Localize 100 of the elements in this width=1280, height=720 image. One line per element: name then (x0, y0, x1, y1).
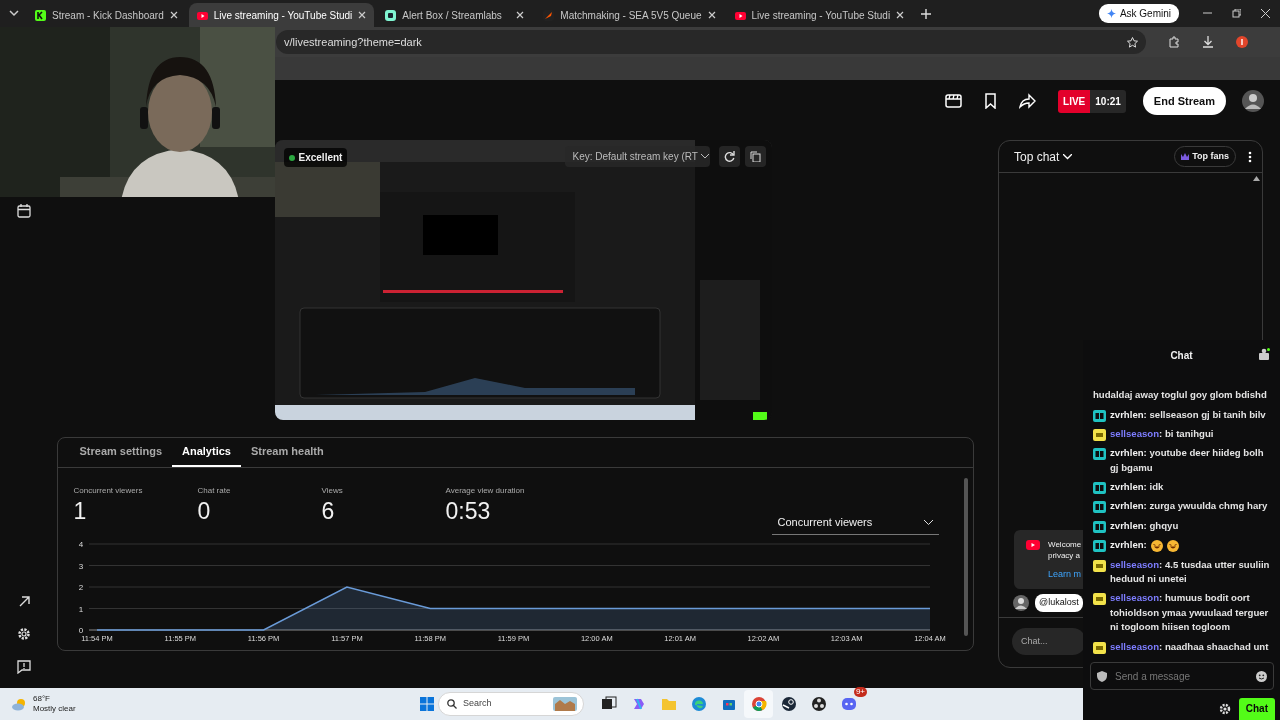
end-stream-button[interactable]: End Stream (1142, 86, 1226, 116)
close-icon[interactable] (516, 11, 525, 19)
bookmark-star-icon[interactable] (1127, 36, 1138, 48)
chat-message: sellseason: naadhaa shaachad unt (1110, 639, 1269, 654)
stat-label: Views (321, 485, 344, 497)
more-icon[interactable] (1248, 150, 1252, 163)
laughing-emoji-icon (1150, 540, 1163, 553)
edge-icon (690, 696, 707, 712)
site-icon (196, 9, 208, 21)
restore-icon[interactable] (1232, 9, 1241, 18)
notice-text: privacy a (1048, 550, 1081, 562)
subscriber-badge-icon (1093, 593, 1106, 606)
close-icon[interactable] (896, 11, 905, 19)
avatar[interactable] (1242, 90, 1264, 112)
learn-more-link[interactable]: Learn m (1048, 567, 1082, 581)
browser-tab[interactable]: Alert Box / Streamlabs (377, 3, 533, 27)
close-icon[interactable] (1261, 9, 1270, 18)
download-icon[interactable] (1202, 36, 1214, 48)
axis-label: 4 (78, 539, 83, 549)
caret-icon (700, 154, 709, 159)
address-bar[interactable]: v/livestreaming?theme=dark (276, 30, 1146, 54)
avatar (1013, 594, 1029, 611)
chrome-icon (750, 696, 767, 712)
stat-value: 0:53 (445, 499, 492, 525)
notice-text: Welcome (1048, 539, 1082, 551)
chat-input[interactable]: Chat... (1012, 627, 1086, 655)
status-dot-icon (288, 154, 295, 161)
scroll-up-icon[interactable] (1253, 176, 1260, 181)
chat-message: sellseason: humuus bodit oort tohioldson ymaa ywuulaad terguer ni togloom hiisen togloom (1110, 591, 1270, 635)
refresh-button[interactable] (718, 146, 740, 167)
stat-label: Chat rate (197, 485, 232, 497)
start-icon[interactable] (420, 697, 434, 711)
subscriber-badge-icon (1093, 428, 1106, 441)
browser-tab[interactable]: Stream - Kick Dashboard (27, 3, 186, 27)
search-highlight-icon (553, 697, 577, 711)
clapperboard-icon[interactable] (945, 93, 963, 109)
ask-gemini-button[interactable]: Ask Gemini (1098, 4, 1179, 23)
emoji-icon[interactable] (1256, 670, 1267, 682)
chat-message: zvrhlen: idk (1110, 480, 1164, 495)
weather-icon (12, 697, 28, 711)
refresh-icon (723, 151, 735, 162)
axis-label: 0 (78, 625, 83, 635)
diagonal-arrow-icon[interactable] (17, 595, 31, 608)
chat-message: sellseason: 4.5 tusdaa utter suuliin heduud ni unetei (1110, 557, 1271, 587)
scrollbar[interactable] (963, 478, 968, 636)
chat-message: hudaldaj away toglul goy glom bdishd (1093, 388, 1267, 403)
settings-icon[interactable] (17, 627, 31, 641)
steam-icon (780, 696, 797, 712)
panel-tab[interactable]: Stream health (240, 438, 334, 467)
stream-health-label: Excellent (298, 151, 343, 165)
chat-mode-dropdown[interactable]: Top chat (1014, 147, 1073, 166)
stream-key-dropdown[interactable]: Key: Default stream key (RT (564, 146, 710, 167)
laughing-emoji-icon (1166, 540, 1179, 553)
search-icon (447, 699, 457, 709)
recording-app-icon (810, 696, 827, 712)
chat-message: zvrhlen: (1110, 538, 1147, 553)
chat-message: sellseason: bi tanihgui (1110, 426, 1214, 441)
new-tab-icon[interactable] (921, 8, 932, 19)
caret-icon (923, 519, 933, 525)
gift-badge-icon (1093, 540, 1106, 553)
share-icon[interactable] (1019, 93, 1037, 109)
message-input[interactable]: Send a message (1090, 662, 1274, 690)
tab-search-icon[interactable] (8, 10, 19, 17)
users-icon[interactable] (1258, 348, 1270, 360)
browser-tab[interactable]: Live streaming - YouTube Studi (188, 3, 375, 27)
folder-icon (660, 696, 677, 712)
panel-tab[interactable]: Stream settings (69, 438, 173, 467)
send-chat-button[interactable]: Chat (1238, 698, 1275, 720)
profile-icon[interactable] (1236, 36, 1248, 48)
copy-icon (749, 151, 761, 162)
stat-value: 0 (197, 499, 212, 525)
subscriber-badge-icon (1093, 641, 1106, 654)
close-icon[interactable] (358, 11, 367, 19)
browser-tab[interactable]: Matchmaking - SEA 5V5 Queue (535, 3, 724, 27)
axis-label: 1 (78, 604, 83, 613)
extensions-icon[interactable] (1168, 36, 1180, 48)
search-field[interactable]: Search (438, 692, 584, 716)
close-icon[interactable] (707, 11, 716, 19)
stat-value: 6 (321, 499, 336, 525)
settings-icon[interactable] (1218, 703, 1231, 715)
site-icon (35, 9, 46, 21)
mention-chip[interactable]: @lukalost (1035, 594, 1083, 612)
task-view-icon (600, 696, 617, 712)
copy-button[interactable] (744, 146, 766, 167)
feedback-icon[interactable] (17, 660, 31, 674)
chrome-taskbar-button[interactable] (744, 690, 773, 718)
calendar-icon[interactable] (17, 204, 31, 218)
gift-badge-icon (1093, 482, 1106, 495)
close-icon[interactable] (169, 11, 178, 19)
crown-icon (1181, 153, 1190, 160)
chat-app-icon (840, 696, 857, 712)
metric-dropdown[interactable]: Concurrent viewers (771, 513, 939, 535)
youtube-icon (1026, 539, 1040, 550)
sparkle-icon (1106, 9, 1116, 18)
site-icon (734, 9, 746, 21)
panel-tab[interactable]: Analytics (172, 438, 241, 467)
browser-tab[interactable]: Live streaming - YouTube Studi (726, 3, 913, 27)
shield-icon (1097, 670, 1107, 682)
temperature-label: 68°F (33, 694, 51, 704)
chat-message: zvrhlen: zurga ywuulda chmg hary (1110, 499, 1268, 514)
